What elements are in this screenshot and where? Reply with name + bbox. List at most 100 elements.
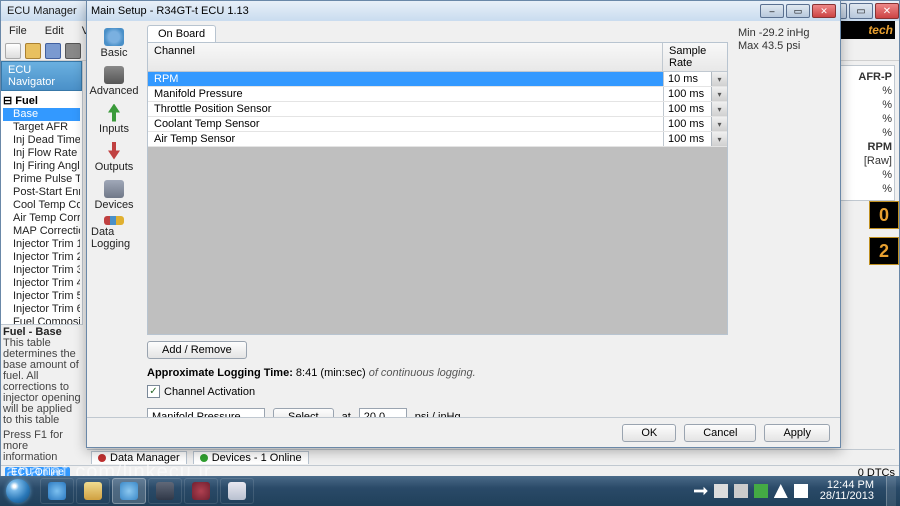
tree-item[interactable]: Injector Trim 1 xyxy=(3,238,80,251)
system-tray: 12:44 PM 28/11/2013 xyxy=(694,476,900,506)
tree-group-fuel[interactable]: Fuel xyxy=(3,95,80,108)
table-row[interactable]: Coolant Temp Sensor100 ms▾ xyxy=(148,117,727,132)
dropdown-arrow-icon[interactable]: ▾ xyxy=(711,87,727,101)
gauge-a: 0 xyxy=(869,201,899,229)
tree-item[interactable]: Prime Pulse Time xyxy=(3,173,80,186)
table-row[interactable]: RPM10 ms▾ xyxy=(148,72,727,87)
tree-item[interactable]: Air Temp Corr xyxy=(3,212,80,225)
table-row[interactable]: Manifold Pressure100 ms▾ xyxy=(148,87,727,102)
dropdown-arrow-icon[interactable]: ▾ xyxy=(711,132,727,146)
tree-item[interactable]: Injector Trim 5 xyxy=(3,290,80,303)
tree-item[interactable]: Injector Trim 3 xyxy=(3,264,80,277)
readout-afr: AFR-P xyxy=(838,70,892,84)
cell-rate[interactable]: 100 ms xyxy=(663,102,711,116)
print-icon[interactable] xyxy=(65,43,81,59)
tree-item[interactable]: Injector Trim 6 xyxy=(3,303,80,316)
cell-rate[interactable]: 10 ms xyxy=(663,72,711,86)
tray-icon[interactable] xyxy=(694,484,708,498)
task-app-c[interactable] xyxy=(220,478,254,504)
network-icon[interactable] xyxy=(774,484,788,498)
save-icon[interactable] xyxy=(45,43,61,59)
show-desktop-button[interactable] xyxy=(886,476,896,506)
setup-sidebar: Basic Advanced Inputs Outputs Devices Da… xyxy=(87,21,141,417)
col-sample-rate[interactable]: Sample Rate xyxy=(663,43,727,71)
approx-logging-time: Approximate Logging Time: 8:41 (min:sec)… xyxy=(147,367,728,379)
task-explorer[interactable] xyxy=(76,478,110,504)
channel-grid: Channel Sample Rate RPM10 ms▾Manifold Pr… xyxy=(147,42,728,335)
info-min: Min -29.2 inHg xyxy=(738,27,830,40)
ok-button[interactable]: OK xyxy=(622,424,676,442)
tree-item[interactable]: Inj Dead Time xyxy=(3,134,80,147)
tab-on-board[interactable]: On Board xyxy=(147,25,216,42)
side-basic[interactable]: Basic xyxy=(90,25,138,61)
tree-item[interactable]: Inj Firing Angle xyxy=(3,160,80,173)
ecu-max-button[interactable]: ▭ xyxy=(849,3,873,19)
tree-item[interactable]: Base xyxy=(3,108,80,121)
setup-footer: OK Cancel Apply xyxy=(87,417,840,447)
table-row[interactable]: Air Temp Sensor100 ms▾ xyxy=(148,132,727,147)
cell-channel: Air Temp Sensor xyxy=(148,132,663,146)
table-row[interactable]: Throttle Position Sensor100 ms▾ xyxy=(148,102,727,117)
task-ie[interactable] xyxy=(40,478,74,504)
taskbar-clock[interactable]: 12:44 PM 28/11/2013 xyxy=(814,480,880,502)
cell-rate[interactable]: 100 ms xyxy=(663,132,711,146)
channel-activation-checkbox[interactable]: ✓ xyxy=(147,385,160,398)
ecu-icon xyxy=(120,482,138,500)
nav-header: ECU Navigator xyxy=(1,61,82,91)
tree-item[interactable]: Injector Trim 4 xyxy=(3,277,80,290)
gauge-b: 2 xyxy=(869,237,899,265)
task-ecu-manager[interactable] xyxy=(112,478,146,504)
task-app-b[interactable] xyxy=(184,478,218,504)
open-icon[interactable] xyxy=(25,43,41,59)
ecu-close-button[interactable]: ✕ xyxy=(875,3,899,19)
new-icon[interactable] xyxy=(5,43,21,59)
app-icon xyxy=(192,482,210,500)
cell-channel: Throttle Position Sensor xyxy=(148,102,663,116)
help-f1: Press F1 for more information xyxy=(3,430,81,463)
setup-min-button[interactable]: – xyxy=(760,4,784,18)
readout-rpm: RPM xyxy=(838,140,892,154)
apply-button[interactable]: Apply xyxy=(764,424,830,442)
info-panel: Min -29.2 inHg Max 43.5 psi xyxy=(734,25,834,417)
menu-edit[interactable]: Edit xyxy=(41,25,68,37)
app-icon xyxy=(228,482,246,500)
side-outputs[interactable]: Outputs xyxy=(90,139,138,175)
setup-title: Main Setup - R34GT-t ECU 1.13 xyxy=(91,5,249,17)
cell-rate[interactable]: 100 ms xyxy=(663,117,711,131)
cell-rate[interactable]: 100 ms xyxy=(663,87,711,101)
side-data-logging[interactable]: Data Logging xyxy=(90,215,138,251)
side-devices[interactable]: Devices xyxy=(90,177,138,213)
dropdown-arrow-icon[interactable]: ▾ xyxy=(711,117,727,131)
tree-item[interactable]: Cool Temp Corr xyxy=(3,199,80,212)
chip-icon xyxy=(104,180,124,198)
info-max: Max 43.5 psi xyxy=(738,40,830,53)
start-button[interactable] xyxy=(0,476,36,506)
dropdown-arrow-icon[interactable]: ▾ xyxy=(711,72,727,86)
cell-channel: Coolant Temp Sensor xyxy=(148,117,663,131)
main-setup-window: Main Setup - R34GT-t ECU 1.13 – ▭ ✕ Basi… xyxy=(86,0,841,448)
setup-close-button[interactable]: ✕ xyxy=(812,4,836,18)
tree-item[interactable]: MAP Correction xyxy=(3,225,80,238)
add-remove-button[interactable]: Add / Remove xyxy=(147,341,247,359)
tree-item[interactable]: Target AFR xyxy=(3,121,80,134)
side-advanced[interactable]: Advanced xyxy=(90,63,138,99)
setup-max-button[interactable]: ▭ xyxy=(786,4,810,18)
col-channel[interactable]: Channel xyxy=(148,43,663,71)
grid-header: Channel Sample Rate xyxy=(148,43,727,72)
dropdown-arrow-icon[interactable]: ▾ xyxy=(711,102,727,116)
tree-item[interactable]: Injector Trim 2 xyxy=(3,251,80,264)
tree-item[interactable]: Post-Start Enrich xyxy=(3,186,80,199)
tray-icon[interactable] xyxy=(734,484,748,498)
windows-logo-icon xyxy=(6,479,30,503)
setup-titlebar: Main Setup - R34GT-t ECU 1.13 – ▭ ✕ xyxy=(87,1,840,21)
tray-icon[interactable] xyxy=(754,484,768,498)
side-inputs[interactable]: Inputs xyxy=(90,101,138,137)
task-app-a[interactable] xyxy=(148,478,182,504)
volume-icon[interactable] xyxy=(794,484,808,498)
cancel-button[interactable]: Cancel xyxy=(684,424,756,442)
ecu-title: ECU Manager xyxy=(7,5,77,17)
grid-body[interactable]: RPM10 ms▾Manifold Pressure100 ms▾Throttl… xyxy=(148,72,727,334)
tree-item[interactable]: Inj Flow Rate xyxy=(3,147,80,160)
tray-icon[interactable] xyxy=(714,484,728,498)
menu-file[interactable]: File xyxy=(5,25,31,37)
